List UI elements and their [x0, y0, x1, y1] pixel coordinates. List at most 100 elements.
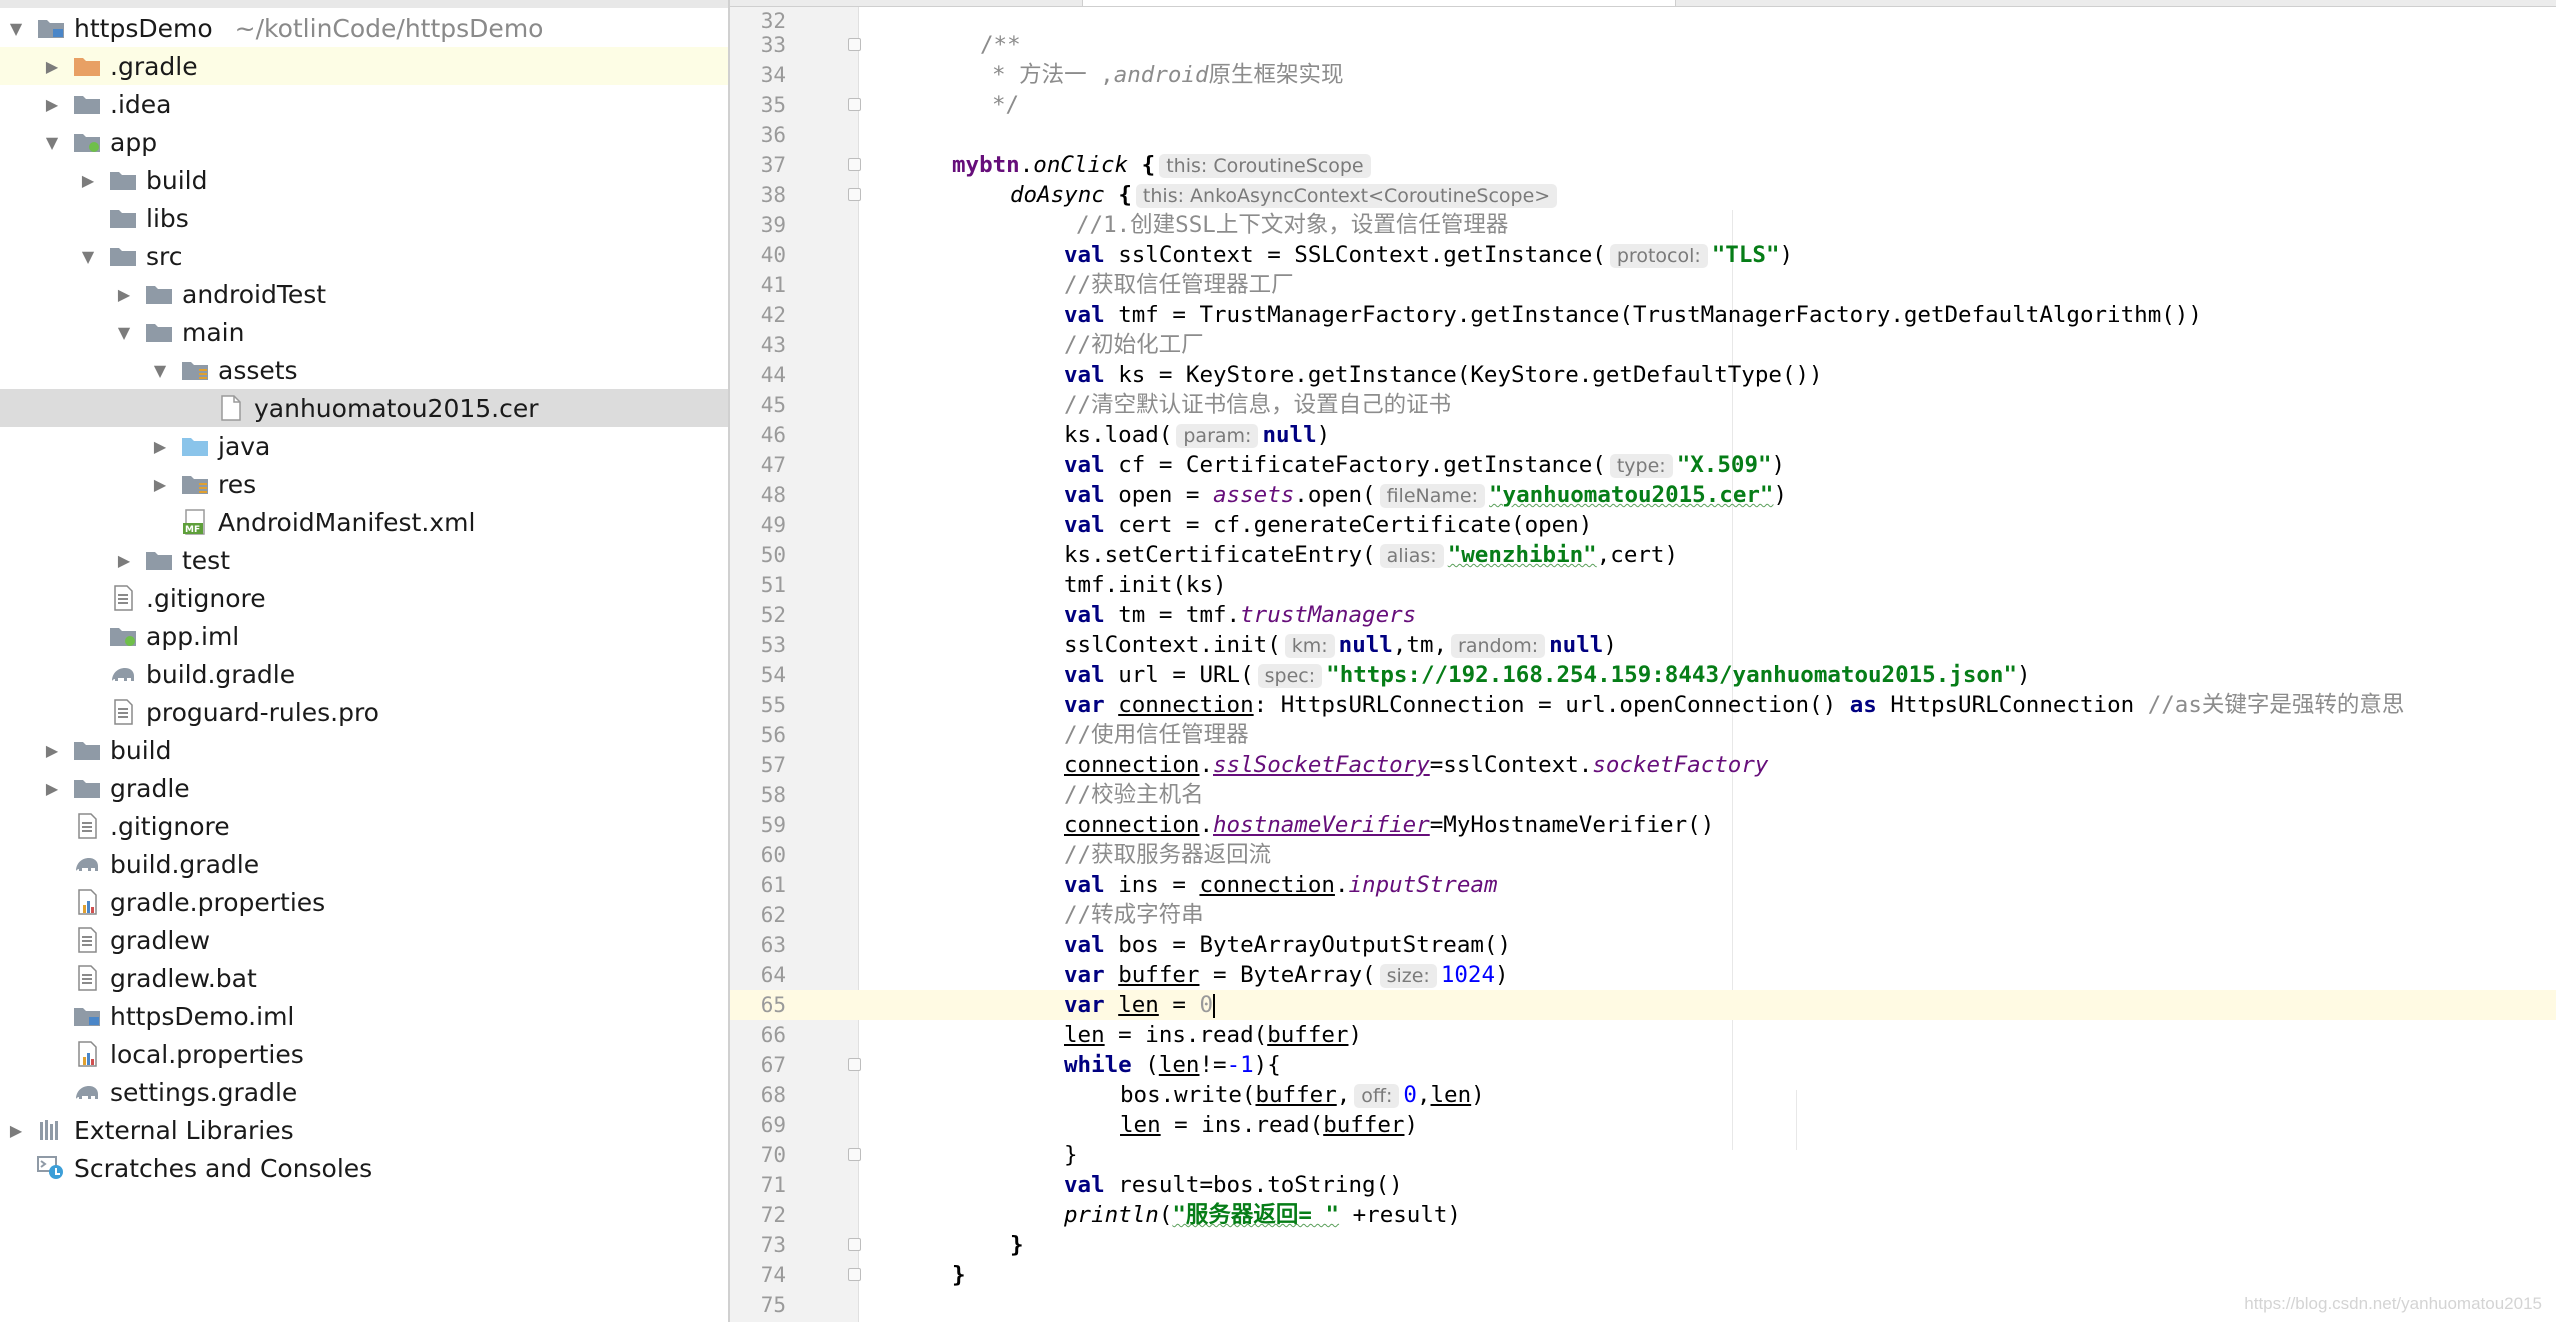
- code-text: tmf.init(ks): [1064, 572, 1227, 598]
- tree-node-app-build[interactable]: ▶ build: [0, 161, 728, 199]
- tree-node-app-build-gradle[interactable]: build.gradle: [0, 655, 728, 693]
- code-line: 60 //获取服务器返回流: [730, 840, 2556, 870]
- folder-icon: [108, 167, 138, 193]
- collapsed-arrow-icon[interactable]: ▶: [112, 548, 136, 572]
- excluded-folder-icon: [72, 53, 102, 79]
- tree-node-app[interactable]: ▼ app: [0, 123, 728, 161]
- code-line: 68 bos.write(buffer, off: 0,len): [730, 1080, 2556, 1110]
- file-icon: [216, 395, 246, 421]
- code-comment: //1.创建SSL上下文对象，设置信任管理器: [1076, 212, 1509, 238]
- line-number: 51: [760, 573, 786, 597]
- current-code-line: 65 var len = 0: [730, 990, 2556, 1020]
- tree-node-app-iml[interactable]: app.iml: [0, 617, 728, 655]
- line-number: 48: [760, 483, 786, 507]
- tree-node-androidtest[interactable]: ▶ androidTest: [0, 275, 728, 313]
- tree-node-gradlew-bat[interactable]: gradlew.bat: [0, 959, 728, 997]
- tree-node-local-properties[interactable]: local.properties: [0, 1035, 728, 1073]
- code-editor[interactable]: 32 33 /** 34 * 方法一 ,android原生框架实现 35 */ …: [730, 0, 2556, 1322]
- tree-node-scratches[interactable]: Scratches and Consoles: [0, 1149, 728, 1187]
- tree-node-label: Scratches and Consoles: [74, 1153, 373, 1183]
- tree-node-test[interactable]: ▶ test: [0, 541, 728, 579]
- tree-node-label: build.gradle: [146, 659, 296, 689]
- collapsed-arrow-icon[interactable]: ▶: [76, 168, 100, 192]
- fold-marker-icon[interactable]: [848, 98, 861, 111]
- expanded-arrow-icon[interactable]: ▼: [148, 358, 172, 382]
- tree-node-cer-file[interactable]: yanhuomatou2015.cer: [0, 389, 728, 427]
- code-text: len = ins.read(buffer): [1120, 1112, 1419, 1138]
- code-line: 47 val cf = CertificateFactory.getInstan…: [730, 450, 2556, 480]
- tree-node-httpsdemo-iml[interactable]: httpsDemo.iml: [0, 997, 728, 1035]
- fold-marker-icon[interactable]: [848, 1058, 861, 1071]
- fold-marker-icon[interactable]: [848, 38, 861, 51]
- collapsed-arrow-icon[interactable]: ▶: [40, 776, 64, 800]
- text-file-icon: [108, 699, 138, 725]
- collapsed-arrow-icon[interactable]: ▶: [148, 434, 172, 458]
- tree-node-src[interactable]: ▼ src: [0, 237, 728, 275]
- collapsed-arrow-icon[interactable]: ▶: [112, 282, 136, 306]
- watermark: https://blog.csdn.net/yanhuomatou2015: [2244, 1294, 2542, 1313]
- tree-node-assets[interactable]: ▼ assets: [0, 351, 728, 389]
- line-number: 75: [760, 1293, 786, 1317]
- line-number: 49: [760, 513, 786, 537]
- code-comment: //获取信任管理器工厂: [1064, 272, 1294, 298]
- tree-node-app-gitignore[interactable]: .gitignore: [0, 579, 728, 617]
- code-text: val url = URL(spec: "https://192.168.254.…: [1064, 662, 2031, 688]
- tree-node-label: androidTest: [182, 279, 327, 309]
- tree-node-gradle-dir[interactable]: ▶ .gradle: [0, 47, 728, 85]
- collapsed-arrow-icon[interactable]: ▶: [40, 738, 64, 762]
- line-number: 59: [760, 813, 786, 837]
- line-number: 39: [760, 213, 786, 237]
- tree-node-manifest[interactable]: MF AndroidManifest.xml: [0, 503, 728, 541]
- tree-node-java[interactable]: ▶ java: [0, 427, 728, 465]
- android-module-icon: [72, 129, 102, 155]
- collapsed-arrow-icon[interactable]: ▶: [40, 92, 64, 116]
- tree-node-label: java: [218, 431, 271, 461]
- expanded-arrow-icon[interactable]: ▼: [40, 130, 64, 154]
- code-comment: //校验主机名: [1064, 782, 1204, 808]
- tree-node-main[interactable]: ▼ main: [0, 313, 728, 351]
- tree-node-label: local.properties: [110, 1039, 304, 1069]
- code-line: 58 //校验主机名: [730, 780, 2556, 810]
- tree-node-label: app.iml: [146, 621, 240, 651]
- tree-node-gradle[interactable]: ▶ gradle: [0, 769, 728, 807]
- code-text: println("服务器返回= " +result): [1064, 1202, 1461, 1228]
- tree-node-external-libraries[interactable]: ▶ External Libraries: [0, 1111, 728, 1149]
- collapsed-arrow-icon[interactable]: ▶: [40, 54, 64, 78]
- tree-node-idea-dir[interactable]: ▶ .idea: [0, 85, 728, 123]
- code-comment: //转成字符串: [1064, 902, 1204, 928]
- expanded-arrow-icon[interactable]: ▼: [112, 320, 136, 344]
- expanded-arrow-icon[interactable]: ▼: [76, 244, 100, 268]
- line-number: 64: [760, 963, 786, 987]
- tree-node-libs[interactable]: libs: [0, 199, 728, 237]
- resource-folder-icon: [180, 471, 210, 497]
- fold-marker-icon[interactable]: [848, 1238, 861, 1251]
- collapsed-arrow-icon[interactable]: ▶: [4, 1118, 28, 1142]
- fold-marker-icon[interactable]: [848, 188, 861, 201]
- text-file-icon: [72, 965, 102, 991]
- fold-marker-icon[interactable]: [848, 1268, 861, 1281]
- expanded-arrow-icon[interactable]: ▼: [4, 16, 28, 40]
- code-comment: //清空默认证书信息，设置自己的证书: [1064, 392, 1452, 418]
- code-text: val result=bos.toString(): [1064, 1172, 1403, 1198]
- tree-node-gradlew[interactable]: gradlew: [0, 921, 728, 959]
- code-text: var len = 0: [1064, 992, 1216, 1018]
- tree-node-root-gitignore[interactable]: .gitignore: [0, 807, 728, 845]
- line-number: 50: [760, 543, 786, 567]
- tree-node-root[interactable]: ▼ httpsDemo ~/kotlinCode/httpsDemo: [0, 9, 728, 47]
- tree-node-proguard[interactable]: proguard-rules.pro: [0, 693, 728, 731]
- code-line: 57 connection.sslSocketFactory=sslContex…: [730, 750, 2556, 780]
- line-number: 35: [760, 93, 786, 117]
- fold-marker-icon[interactable]: [848, 1148, 861, 1161]
- line-number: 52: [760, 603, 786, 627]
- fold-marker-icon[interactable]: [848, 158, 861, 171]
- tree-node-settings-gradle[interactable]: settings.gradle: [0, 1073, 728, 1111]
- code-text: }: [1064, 1142, 1078, 1168]
- code-line: 54 val url = URL(spec: "https://192.168.2…: [730, 660, 2556, 690]
- tree-node-res[interactable]: ▶ res: [0, 465, 728, 503]
- collapsed-arrow-icon[interactable]: ▶: [148, 472, 172, 496]
- tree-node-gradle-properties[interactable]: gradle.properties: [0, 883, 728, 921]
- tree-node-root-build[interactable]: ▶ build: [0, 731, 728, 769]
- tree-node-root-build-gradle[interactable]: build.gradle: [0, 845, 728, 883]
- code-line: 38 doAsync {this: AnkoAsyncContext<Corou…: [730, 180, 2556, 210]
- project-path: ~/kotlinCode/httpsDemo: [234, 13, 544, 43]
